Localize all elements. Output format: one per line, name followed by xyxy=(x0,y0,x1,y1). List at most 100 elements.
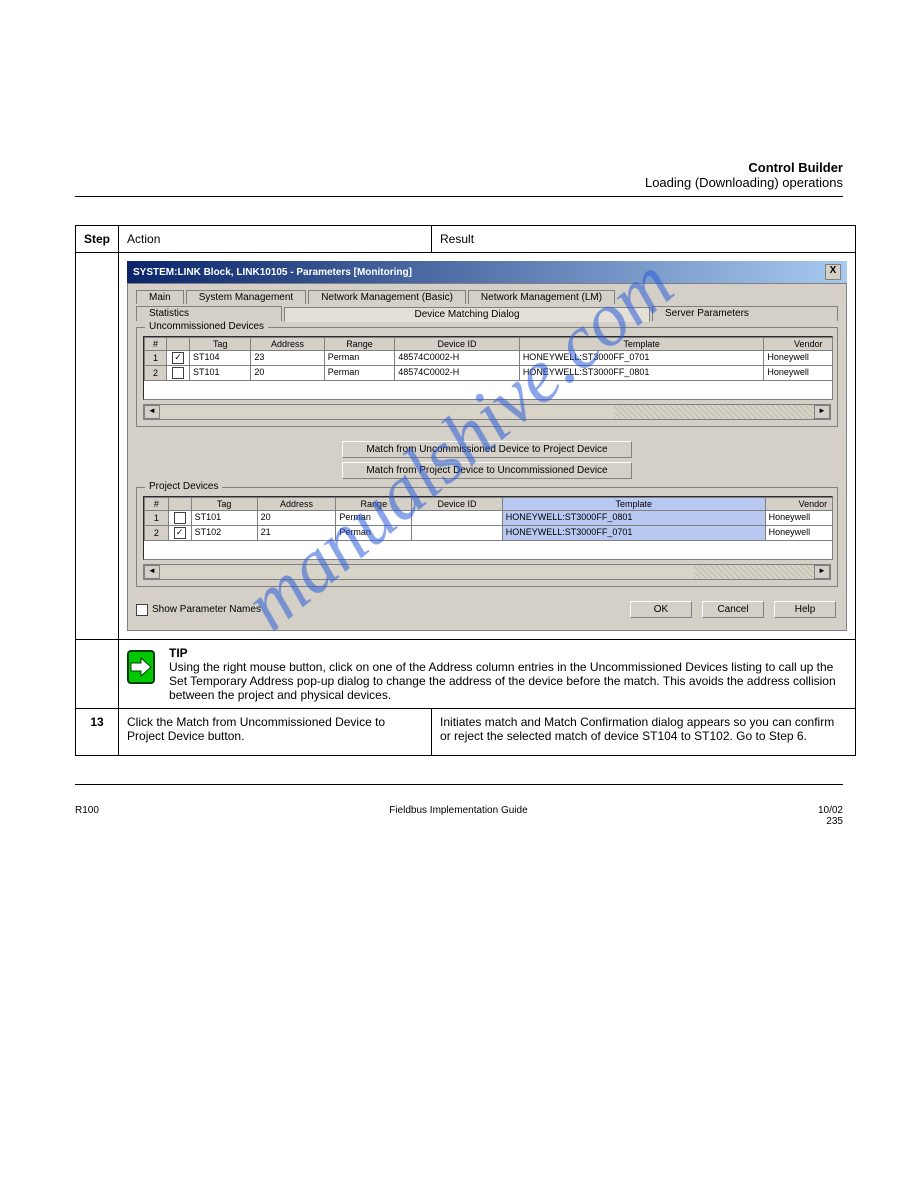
pd-col-chk[interactable] xyxy=(168,498,191,511)
footer-left: R100 xyxy=(75,805,99,827)
step-13-result: Initiates match and Match Confirmation d… xyxy=(432,709,856,756)
tab-statistics[interactable]: Statistics xyxy=(136,306,282,321)
pd-row1-addr: 20 xyxy=(257,511,336,526)
pd-hscroll[interactable]: ◄ ► xyxy=(143,564,831,580)
pd-row1-dev xyxy=(412,511,503,526)
table-row[interactable]: 2 ST101 20 Perman 48574C0002-H HONEYWELL… xyxy=(145,366,834,381)
footer-center: Fieldbus Implementation Guide xyxy=(389,805,527,827)
uc-row2-vendor: Honeywell xyxy=(764,366,833,381)
close-icon[interactable]: X xyxy=(825,264,841,280)
scroll-left-icon[interactable]: ◄ xyxy=(144,565,160,579)
uncommissioned-grid: # Tag Address Range Device ID Template V… xyxy=(144,337,833,381)
page-header: Control Builder Loading (Downloading) op… xyxy=(75,160,843,190)
col-step-header: Step xyxy=(76,226,119,253)
scroll-right-icon[interactable]: ► xyxy=(814,405,830,419)
footer-right-date: 10/02 xyxy=(818,805,843,816)
pd-row2-range: Perman xyxy=(336,526,412,541)
uc-col-tag[interactable]: Tag xyxy=(190,338,251,351)
pd-row2-tag: ST102 xyxy=(191,526,257,541)
pd-col-devid[interactable]: Device ID xyxy=(412,498,503,511)
pd-col-num[interactable]: # xyxy=(145,498,169,511)
dialog-bottom: Show Parameter Names OK Cancel Help xyxy=(136,599,838,620)
uc-row1-vendor: Honeywell xyxy=(764,351,833,366)
pd-row2-checkbox[interactable]: ✓ xyxy=(168,526,191,541)
uc-row2-dev: 48574C0002-H xyxy=(395,366,520,381)
pd-row1-tag: ST101 xyxy=(191,511,257,526)
cancel-button[interactable]: Cancel xyxy=(702,601,764,618)
header-subsection: Loading (Downloading) operations xyxy=(645,175,843,190)
match-project-to-uncomm-button[interactable]: Match from Project Device to Uncommissio… xyxy=(342,462,632,479)
match-buttons: Match from Uncommissioned Device to Proj… xyxy=(136,439,838,481)
tab-main[interactable]: Main xyxy=(136,290,184,304)
project-grid-scroll[interactable]: # Tag Address Range Device ID Template V… xyxy=(143,496,833,560)
pd-row1-vendor: Honeywell xyxy=(765,511,833,526)
table-row[interactable]: 1 ✓ ST104 23 Perman 48574C0002-H HONEYWE… xyxy=(145,351,834,366)
tab-net-mgmt-basic[interactable]: Network Management (Basic) xyxy=(308,290,466,304)
footer-right-page: 235 xyxy=(826,816,843,827)
page-footer: R100 Fieldbus Implementation Guide 10/02… xyxy=(75,805,843,827)
uncommissioned-fieldset: Uncommissioned Devices # Tag Address xyxy=(136,327,838,427)
tip-step-cell xyxy=(76,640,119,709)
header-divider xyxy=(75,196,843,197)
pd-col-addr[interactable]: Address xyxy=(257,498,336,511)
tab-sys-mgmt[interactable]: System Management xyxy=(186,290,307,304)
tip-text: Using the right mouse button, click on o… xyxy=(169,660,847,702)
tab-net-mgmt-lm[interactable]: Network Management (LM) xyxy=(468,290,615,304)
table-row[interactable]: 2 ✓ ST102 21 Perman HONEYWELL:ST3000FF_0… xyxy=(145,526,834,541)
project-grid: # Tag Address Range Device ID Template V… xyxy=(144,497,833,541)
uc-row2-range: Perman xyxy=(324,366,395,381)
tip-cell: TIP Using the right mouse button, click … xyxy=(119,640,856,709)
dialog-titlebar[interactable]: SYSTEM:LINK Block, LINK10105 - Parameter… xyxy=(127,261,847,283)
scroll-left-icon[interactable]: ◄ xyxy=(144,405,160,419)
screenshot-step-cell xyxy=(76,253,119,640)
uc-hscroll[interactable]: ◄ ► xyxy=(143,404,831,420)
footer-divider xyxy=(75,784,843,785)
show-param-checkbox[interactable] xyxy=(136,604,148,616)
uc-col-num[interactable]: # xyxy=(145,338,167,351)
uc-row2-addr: 20 xyxy=(251,366,324,381)
pd-row1-num: 1 xyxy=(145,511,169,526)
help-button[interactable]: Help xyxy=(774,601,836,618)
uc-col-vendor[interactable]: Vendor xyxy=(764,338,833,351)
uc-row1-tmpl: HONEYWELL:ST3000FF_0701 xyxy=(519,351,764,366)
uc-row1-tag: ST104 xyxy=(190,351,251,366)
pd-col-range[interactable]: Range xyxy=(336,498,412,511)
uc-row2-tag: ST101 xyxy=(190,366,251,381)
project-legend: Project Devices xyxy=(145,481,222,492)
pd-col-template[interactable]: Template xyxy=(502,498,765,511)
uc-col-devid[interactable]: Device ID xyxy=(395,338,520,351)
pd-row2-dev xyxy=(412,526,503,541)
scroll-right-icon[interactable]: ► xyxy=(814,565,830,579)
ok-button[interactable]: OK xyxy=(630,601,692,618)
tip-arrow-icon xyxy=(127,650,155,684)
pd-row1-range: Perman xyxy=(336,511,412,526)
uc-col-chk[interactable] xyxy=(167,338,190,351)
uc-col-addr[interactable]: Address xyxy=(251,338,324,351)
dialog-window: SYSTEM:LINK Block, LINK10105 - Parameter… xyxy=(127,261,847,631)
uc-row1-checkbox[interactable]: ✓ xyxy=(167,351,190,366)
screenshot-cell: SYSTEM:LINK Block, LINK10105 - Parameter… xyxy=(119,253,856,640)
col-result-header: Result xyxy=(432,226,856,253)
uncommissioned-grid-scroll[interactable]: # Tag Address Range Device ID Template V… xyxy=(143,336,833,400)
pd-row1-checkbox[interactable] xyxy=(168,511,191,526)
match-uncomm-to-project-button[interactable]: Match from Uncommissioned Device to Proj… xyxy=(342,441,632,458)
dialog-title: SYSTEM:LINK Block, LINK10105 - Parameter… xyxy=(133,267,412,278)
uc-row2-checkbox[interactable] xyxy=(167,366,190,381)
tab-server-params[interactable]: Server Parameters xyxy=(652,306,838,321)
pd-col-tag[interactable]: Tag xyxy=(191,498,257,511)
table-row[interactable]: 1 ST101 20 Perman HONEYWELL:ST3000FF_080… xyxy=(145,511,834,526)
uc-col-range[interactable]: Range xyxy=(324,338,395,351)
step-13-num: 13 xyxy=(76,709,119,756)
show-param-label: Show Parameter Names xyxy=(152,604,261,615)
uncommissioned-legend: Uncommissioned Devices xyxy=(145,321,268,332)
uc-col-template[interactable]: Template xyxy=(519,338,764,351)
pd-col-vendor[interactable]: Vendor xyxy=(765,498,833,511)
scroll-thumb[interactable] xyxy=(614,405,814,419)
project-fieldset: Project Devices # Tag Address R xyxy=(136,487,838,587)
pd-row1-tmpl: HONEYWELL:ST3000FF_0801 xyxy=(502,511,765,526)
procedure-table: Step Action Result SYSTEM:LINK Block, LI… xyxy=(75,225,856,756)
uc-row1-num: 1 xyxy=(145,351,167,366)
scroll-thumb[interactable] xyxy=(694,565,814,579)
tip-title: TIP xyxy=(169,646,188,660)
tab-device-matching[interactable]: Device Matching Dialog xyxy=(284,307,650,322)
